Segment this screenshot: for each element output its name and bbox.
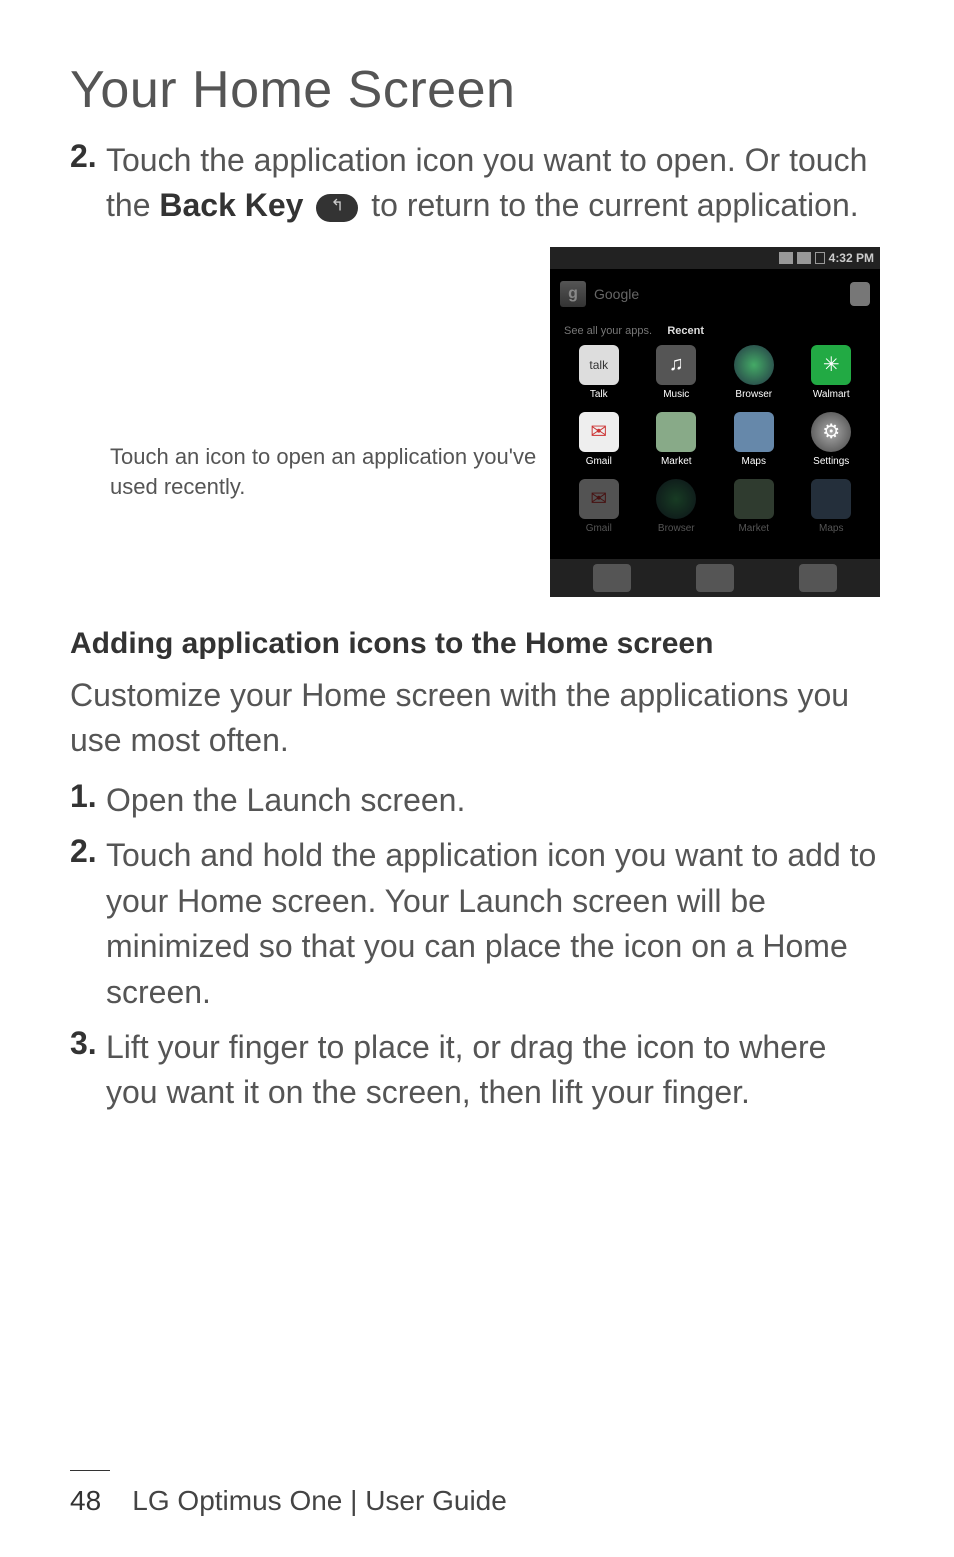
battery-icon [815, 252, 825, 264]
step-number: 3. [70, 1025, 106, 1116]
footer-title: LG Optimus One | User Guide [132, 1485, 507, 1516]
status-bar: 4:32 PM [550, 247, 880, 269]
app-label: Maps [742, 456, 766, 467]
browser-icon [734, 345, 774, 385]
page-title: Your Home Screen [70, 60, 884, 120]
page-number: 48 [70, 1485, 101, 1516]
footer-rule [70, 1470, 110, 1471]
maps-icon [734, 412, 774, 452]
phone-screenshot: 4:32 PM g Google See all your apps. Rece… [550, 247, 880, 597]
app-label: Music [663, 389, 689, 400]
page-footer: 48 LG Optimus One | User Guide [70, 1470, 884, 1517]
step-number: 1. [70, 778, 106, 823]
back-key-label: Back Key [159, 187, 303, 223]
step-text: Touch the application icon you want to o… [106, 138, 884, 229]
app-music: ♫ Music [638, 345, 716, 400]
search-bar: g Google [550, 269, 880, 319]
app-label: Market [661, 456, 692, 467]
step-text: Lift your finger to place it, or drag th… [106, 1025, 884, 1116]
callout-text: Touch an icon to open an application you… [110, 442, 550, 501]
maps-icon [811, 479, 851, 519]
app-browser: Browser [715, 345, 793, 400]
recent-apps-grid-2: ✉ Gmail Market Maps ⚙ Settings [550, 406, 880, 473]
section-heading: Adding application icons to the Home scr… [70, 627, 884, 661]
app-maps: Maps [715, 412, 793, 467]
app-talk: talk Talk [560, 345, 638, 400]
gmail-icon: ✉ [579, 479, 619, 519]
dock-phone-icon [593, 564, 631, 592]
step-text: Touch and hold the application icon you … [106, 833, 884, 1015]
music-icon: ♫ [656, 345, 696, 385]
app-maps: Maps [793, 479, 871, 534]
instruction-step-top: 2. Touch the application icon you want t… [70, 138, 884, 229]
gmail-icon: ✉ [579, 412, 619, 452]
app-label: Maps [819, 523, 843, 534]
app-label: Market [738, 523, 769, 534]
instruction-step: 2.Touch and hold the application icon yo… [70, 833, 884, 1015]
intro-paragraph: Customize your Home screen with the appl… [70, 673, 884, 764]
app-settings: ⚙ Settings [793, 412, 871, 467]
app-label: Talk [590, 389, 608, 400]
talk-icon: talk [579, 345, 619, 385]
settings-icon: ⚙ [811, 412, 851, 452]
app-market: Market [715, 479, 793, 534]
back-key-icon [316, 194, 358, 222]
background-apps-grid: ✉ Gmail Browser Market Maps [550, 473, 880, 540]
market-icon [734, 479, 774, 519]
threeg-icon [779, 252, 793, 264]
step-number: 2. [70, 138, 106, 229]
recent-label: Recent [667, 325, 704, 337]
step-text-after: to return to the current application. [371, 187, 858, 223]
dock-apps-icon [696, 564, 734, 592]
dock-messaging-icon [799, 564, 837, 592]
app-walmart: ✳ Walmart [793, 345, 871, 400]
app-label: Gmail [586, 456, 612, 467]
google-g-icon: g [560, 281, 586, 307]
app-label: Browser [658, 523, 695, 534]
app-market: Market [638, 412, 716, 467]
recent-apps-grid: talk Talk ♫ Music Browser ✳ Walmart [550, 339, 880, 406]
app-label: Gmail [586, 523, 612, 534]
step-text: Open the Launch screen. [106, 778, 465, 823]
walmart-icon: ✳ [811, 345, 851, 385]
app-gmail: ✉ Gmail [560, 479, 638, 534]
instruction-step: 3.Lift your finger to place it, or drag … [70, 1025, 884, 1116]
search-placeholder: Google [594, 286, 842, 302]
app-label: Browser [735, 389, 772, 400]
see-all-apps-label: See all your apps. [564, 325, 652, 337]
instruction-step: 1.Open the Launch screen. [70, 778, 884, 823]
overlay-labels: See all your apps. Recent [550, 319, 880, 339]
app-label: Settings [813, 456, 849, 467]
app-label: Walmart [813, 389, 850, 400]
browser-icon [656, 479, 696, 519]
signal-icon [797, 252, 811, 264]
app-gmail: ✉ Gmail [560, 412, 638, 467]
market-icon [656, 412, 696, 452]
figure-row: Touch an icon to open an application you… [70, 247, 884, 597]
dock [550, 559, 880, 597]
step-number: 2. [70, 833, 106, 1015]
status-time: 4:32 PM [829, 251, 874, 265]
app-browser: Browser [638, 479, 716, 534]
mic-icon [850, 282, 870, 306]
